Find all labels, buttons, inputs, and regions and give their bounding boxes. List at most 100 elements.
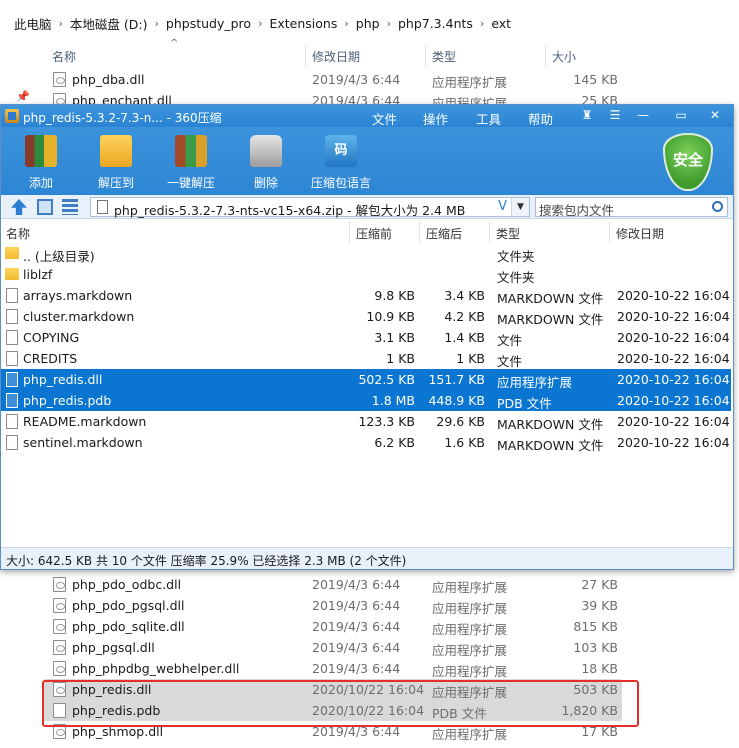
explorer-file-row[interactable]: php_pdo_sqlite.dll 2019/4/3 6:44 应用程序扩展 … — [44, 616, 622, 637]
explorer-file-row[interactable]: php_dba.dll 2019/4/3 6:44 应用程序扩展 145 KB — [44, 69, 622, 90]
menu-file[interactable]: 文件 — [372, 109, 397, 128]
column-size[interactable]: 大小 — [552, 48, 576, 65]
dll-file-icon — [53, 619, 66, 634]
entry-compressed: 448.9 KB — [428, 393, 485, 408]
chevron-right-icon[interactable]: › — [480, 17, 484, 30]
breadcrumb-item[interactable]: Extensions — [269, 16, 337, 31]
entry-type: 文件 — [497, 333, 523, 348]
chevron-right-icon[interactable]: › — [344, 17, 348, 30]
column-divider[interactable] — [489, 221, 490, 243]
column-name[interactable]: 名称 — [52, 48, 76, 65]
breadcrumb-item[interactable]: 此电脑 — [14, 14, 52, 33]
dll-file-icon — [53, 661, 66, 676]
archive-row[interactable]: COPYING 3.1 KB 1.4 KB 文件 2020-10-22 16:0… — [1, 327, 731, 348]
entry-modified: 2020-10-22 16:04 — [617, 414, 730, 429]
archive-column-header: 名称 压缩前 压缩后 类型 修改日期 — [1, 221, 733, 243]
status-text: 大小: 642.5 KB 共 10 个文件 压缩率 25.9% 已经选择 2.3… — [6, 554, 407, 568]
up-arrow-icon[interactable] — [11, 199, 27, 215]
entry-packed: 123.3 KB — [358, 414, 415, 429]
minimize-icon[interactable]: — — [635, 108, 651, 123]
breadcrumb-item[interactable]: phpstudy_pro — [166, 16, 251, 31]
view-list-icon[interactable] — [62, 199, 78, 215]
column-divider[interactable] — [609, 221, 610, 243]
breadcrumb-item[interactable]: ext — [491, 16, 511, 31]
menu-help[interactable]: 帮助 — [528, 109, 553, 128]
entry-modified: 2020-10-22 16:04 — [617, 288, 730, 303]
add-button[interactable]: 添加 — [11, 133, 71, 191]
chevron-right-icon[interactable]: › — [258, 17, 262, 30]
explorer-address-bar[interactable]: 此电脑 › 本地磁盘 (D:) › phpstudy_pro › Extensions… — [0, 0, 739, 44]
explorer-file-row[interactable]: php_pdo_odbc.dll 2019/4/3 6:44 应用程序扩展 27… — [44, 574, 622, 595]
column-type[interactable]: 类型 — [496, 225, 520, 242]
one-click-extract-icon — [175, 135, 207, 167]
archive-row[interactable]: CREDITS 1 KB 1 KB 文件 2020-10-22 16:04 — [1, 348, 731, 369]
search-icon[interactable] — [712, 201, 723, 212]
breadcrumb-item[interactable]: php7.3.4nts — [398, 16, 473, 31]
breadcrumb-item[interactable]: 本地磁盘 (D:) — [70, 14, 148, 33]
entry-type: 文件夹 — [497, 270, 535, 285]
entry-compressed: 1.4 KB — [444, 330, 485, 345]
file-size: 103 KB — [573, 640, 618, 655]
menu-dropdown-icon[interactable]: ☰ — [607, 108, 623, 123]
column-divider[interactable] — [349, 221, 350, 243]
archive-row[interactable]: sentinel.markdown 6.2 KB 1.6 KB MARKDOWN… — [1, 432, 731, 453]
entry-name: php_redis.pdb — [23, 393, 112, 408]
archive-language-button[interactable]: 码 压缩包语言 — [311, 133, 371, 191]
column-type[interactable]: 类型 — [432, 48, 456, 65]
column-divider[interactable] — [545, 44, 546, 68]
chevron-right-icon[interactable]: › — [387, 17, 391, 30]
skin-icon[interactable]: ♜ — [579, 108, 595, 123]
column-divider[interactable] — [419, 221, 420, 243]
archive-row-folder[interactable]: liblzf 文件夹 — [1, 264, 731, 285]
archive-path-field[interactable]: php_redis-5.3.2-7.3-nts-vc15-x64.zip - 解… — [90, 197, 530, 218]
file-type: 应用程序扩展 — [432, 664, 508, 679]
column-modified[interactable]: 修改日期 — [312, 48, 360, 65]
dll-file-icon — [53, 72, 66, 87]
view-thumbnail-icon[interactable] — [37, 199, 53, 215]
breadcrumb-item[interactable]: php — [356, 16, 380, 31]
entry-packed: 6.2 KB — [374, 435, 415, 450]
entry-compressed: 1 KB — [456, 351, 485, 366]
breadcrumb: 此电脑 › 本地磁盘 (D:) › phpstudy_pro › Extensions… — [14, 14, 511, 33]
chevron-right-icon[interactable]: › — [59, 17, 63, 30]
entry-compressed: 1.6 KB — [444, 435, 485, 450]
safe-shield-icon[interactable]: 安全 — [663, 133, 713, 191]
extract-to-button[interactable]: 解压到 — [86, 133, 146, 191]
dll-file-icon — [53, 598, 66, 613]
archive-language-label: 压缩包语言 — [311, 176, 372, 190]
one-click-extract-button[interactable]: 一键解压 — [161, 133, 221, 191]
explorer-file-row[interactable]: php_pdo_pgsql.dll 2019/4/3 6:44 应用程序扩展 3… — [44, 595, 622, 616]
archive-row-selected[interactable]: php_redis.pdb 1.8 MB 448.9 KB PDB 文件 202… — [1, 390, 731, 411]
archive-row[interactable]: arrays.markdown 9.8 KB 3.4 KB MARKDOWN 文… — [1, 285, 731, 306]
column-divider[interactable] — [425, 44, 426, 68]
archive-row-selected[interactable]: php_redis.dll 502.5 KB 151.7 KB 应用程序扩展 2… — [1, 369, 731, 390]
entry-packed: 1.8 MB — [371, 393, 415, 408]
column-modified[interactable]: 修改日期 — [616, 225, 664, 242]
dropdown-arrow-icon[interactable]: ▼ — [511, 198, 529, 216]
chevron-down-icon[interactable]: V — [498, 199, 507, 214]
explorer-file-row[interactable]: php_pgsql.dll 2019/4/3 6:44 应用程序扩展 103 K… — [44, 637, 622, 658]
menu-tools[interactable]: 工具 — [476, 109, 501, 128]
close-icon[interactable]: ✕ — [707, 108, 723, 123]
explorer-file-row[interactable]: php_phpdbg_webhelper.dll 2019/4/3 6:44 应… — [44, 658, 622, 679]
archiver-title-bar[interactable]: php_redis-5.3.2-7.3-n... - 360压缩 文件 操作 工… — [1, 105, 733, 127]
archive-search-input[interactable]: 搜索包内文件 — [535, 197, 728, 218]
archive-row[interactable]: cluster.markdown 10.9 KB 4.2 KB MARKDOWN… — [1, 306, 731, 327]
archive-row[interactable]: README.markdown 123.3 KB 29.6 KB MARKDOW… — [1, 411, 731, 432]
entry-modified: 2020-10-22 16:04 — [617, 351, 730, 366]
column-compressed[interactable]: 压缩后 — [426, 225, 462, 242]
entry-name: php_redis.dll — [23, 372, 103, 387]
menu-operation[interactable]: 操作 — [423, 109, 448, 128]
entry-compressed: 4.2 KB — [444, 309, 485, 324]
entry-type: 应用程序扩展 — [497, 375, 573, 390]
maximize-icon[interactable]: ▭ — [673, 108, 689, 123]
file-type: 应用程序扩展 — [432, 580, 508, 595]
column-name[interactable]: 名称 — [6, 225, 30, 242]
column-divider[interactable] — [305, 44, 306, 68]
delete-button[interactable]: 删除 — [236, 133, 296, 191]
archive-row-parent[interactable]: .. (上级目录) 文件夹 — [1, 243, 731, 264]
column-packed[interactable]: 压缩前 — [356, 225, 392, 242]
chevron-right-icon[interactable]: › — [155, 17, 159, 30]
trash-icon — [250, 135, 282, 167]
archive-path-text: php_redis-5.3.2-7.3-nts-vc15-x64.zip - 解… — [114, 203, 466, 218]
